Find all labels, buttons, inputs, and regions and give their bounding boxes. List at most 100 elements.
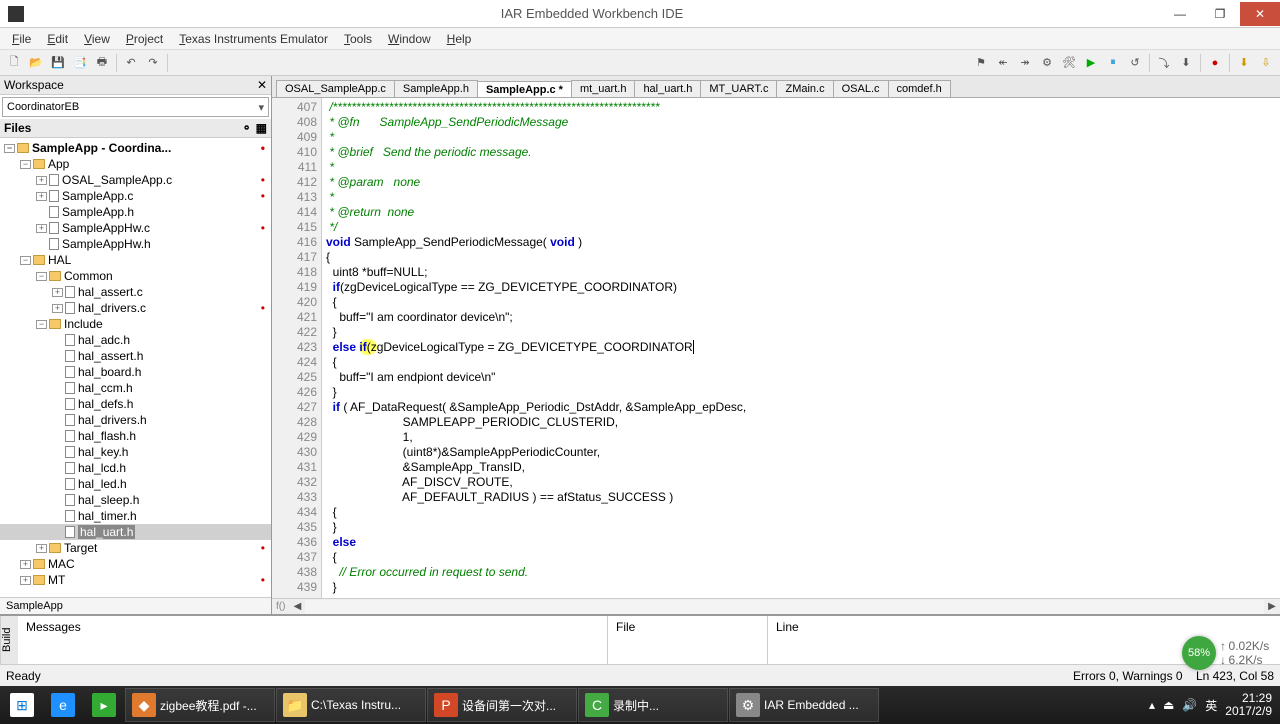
menu-file[interactable]: File — [4, 30, 39, 48]
network-speed-overlay: 58% ↑ 0.02K/s↓ 6.2K/s — [1182, 636, 1272, 670]
break-icon[interactable]: ⏸ — [1103, 53, 1123, 73]
editor-tab[interactable]: MT_UART.c — [700, 80, 777, 97]
tree-node[interactable]: +hal_assert.c — [0, 284, 271, 300]
menu-view[interactable]: View — [76, 30, 118, 48]
editor-tab[interactable]: hal_uart.h — [634, 80, 701, 97]
reset-icon[interactable]: ↺ — [1125, 53, 1145, 73]
bookmark-toggle-icon[interactable]: ⚑ — [971, 53, 991, 73]
configuration-dropdown[interactable]: CoordinatorEB — [2, 97, 269, 117]
taskbar-item[interactable]: P设备间第一次对... — [427, 688, 577, 722]
menu-project[interactable]: Project — [118, 30, 171, 48]
editor-tab[interactable]: ZMain.c — [776, 80, 833, 97]
tray-clock[interactable]: 21:29 2017/2/9 — [1225, 692, 1272, 718]
status-errors: Errors 0, Warnings 0 — [1073, 669, 1183, 683]
tree-node[interactable]: hal_key.h — [0, 444, 271, 460]
tree-node[interactable]: −App — [0, 156, 271, 172]
editor-tab[interactable]: comdef.h — [888, 80, 951, 97]
breakpoint-icon[interactable]: ● — [1205, 53, 1225, 73]
menu-help[interactable]: Help — [439, 30, 480, 48]
tree-node[interactable]: hal_board.h — [0, 364, 271, 380]
tray-arrow-icon[interactable]: ▴ — [1149, 698, 1155, 712]
tree-node[interactable]: −Include — [0, 316, 271, 332]
scroll-left-icon[interactable]: ◀ — [289, 601, 305, 612]
debug-go-icon[interactable]: ▶ — [1081, 53, 1101, 73]
taskbar-item[interactable]: ⚙IAR Embedded ... — [729, 688, 879, 722]
close-button[interactable]: ✕ — [1240, 2, 1280, 26]
messages-column: Messages — [18, 616, 608, 664]
workspace-footer-tab[interactable]: SampleApp — [0, 597, 271, 614]
undo-icon[interactable]: ↶ — [121, 53, 141, 73]
tree-node[interactable]: SampleApp.h — [0, 204, 271, 220]
status-cursor-pos: Ln 423, Col 58 — [1196, 669, 1274, 683]
open-icon[interactable]: 📂 — [26, 53, 46, 73]
taskbar-item[interactable]: 📁C:\Texas Instru... — [276, 688, 426, 722]
panel-close-icon[interactable]: ✕ — [257, 78, 267, 92]
save-icon[interactable]: 💾 — [48, 53, 68, 73]
tree-node[interactable]: hal_drivers.h — [0, 412, 271, 428]
tree-node[interactable]: hal_timer.h — [0, 508, 271, 524]
tree-node[interactable]: +SampleApp.c• — [0, 188, 271, 204]
horizontal-scrollbar[interactable]: f() ◀ ▶ — [272, 598, 1280, 614]
tree-node[interactable]: +OSAL_SampleApp.c• — [0, 172, 271, 188]
tray-eject-icon[interactable]: ⏏ — [1163, 698, 1174, 712]
menu-edit[interactable]: Edit — [39, 30, 76, 48]
bookmark-next-icon[interactable]: ↠ — [1015, 53, 1035, 73]
download-icon[interactable]: ⬇ — [1234, 53, 1254, 73]
tree-node[interactable]: +hal_drivers.c• — [0, 300, 271, 316]
taskbar-item[interactable]: ◆zigbee教程.pdf -... — [125, 688, 275, 722]
tree-node[interactable]: hal_ccm.h — [0, 380, 271, 396]
redo-icon[interactable]: ↷ — [143, 53, 163, 73]
tree-node[interactable]: −HAL — [0, 252, 271, 268]
menu-tools[interactable]: Tools — [336, 30, 380, 48]
tree-node[interactable]: hal_led.h — [0, 476, 271, 492]
code-body[interactable]: /***************************************… — [322, 98, 1280, 598]
new-file-icon[interactable]: 🗋 — [4, 53, 24, 73]
titlebar: IAR Embedded Workbench IDE — ❐ ✕ — [0, 0, 1280, 28]
window-title: IAR Embedded Workbench IDE — [24, 6, 1160, 21]
project-tree[interactable]: −SampleApp - Coordina...•−App+OSAL_Sampl… — [0, 138, 271, 597]
taskbar-item[interactable]: C录制中... — [578, 688, 728, 722]
tree-node[interactable]: +SampleAppHw.c• — [0, 220, 271, 236]
tree-node[interactable]: hal_flash.h — [0, 428, 271, 444]
tree-node[interactable]: hal_defs.h — [0, 396, 271, 412]
step-into-icon[interactable]: ⬇ — [1176, 53, 1196, 73]
workspace-panel-title: Workspace✕ — [0, 76, 271, 95]
start-button[interactable]: ⊞ — [2, 688, 42, 722]
editor-tab[interactable]: SampleApp.c * — [477, 81, 572, 98]
tree-node[interactable]: hal_adc.h — [0, 332, 271, 348]
save-all-icon[interactable]: 📑 — [70, 53, 90, 73]
tree-node[interactable]: hal_sleep.h — [0, 492, 271, 508]
compile-icon[interactable]: ⚙ — [1037, 53, 1057, 73]
menu-window[interactable]: Window — [380, 30, 439, 48]
tree-node[interactable]: hal_uart.h — [0, 524, 271, 540]
minimize-button[interactable]: — — [1160, 2, 1200, 26]
tray-volume-icon[interactable]: 🔊 — [1182, 698, 1197, 712]
tree-node[interactable]: +Target• — [0, 540, 271, 556]
taskbar-app-ie[interactable]: e — [43, 688, 83, 722]
scroll-right-icon[interactable]: ▶ — [1264, 601, 1280, 612]
tree-node[interactable]: +MT• — [0, 572, 271, 588]
tree-node[interactable]: −Common — [0, 268, 271, 284]
download-debug-icon[interactable]: ⇩ — [1256, 53, 1276, 73]
make-icon[interactable]: 🛠 — [1059, 53, 1079, 73]
bookmark-prev-icon[interactable]: ↞ — [993, 53, 1013, 73]
menu-texas-instruments-emulator[interactable]: Texas Instruments Emulator — [171, 30, 336, 48]
tree-node[interactable]: hal_assert.h — [0, 348, 271, 364]
tree-node[interactable]: +MAC — [0, 556, 271, 572]
tray-ime[interactable]: 英 — [1205, 697, 1217, 714]
build-panel-tab[interactable]: Build — [0, 616, 18, 664]
editor-tab[interactable]: OSAL_SampleApp.c — [276, 80, 395, 97]
step-over-icon[interactable]: ⤵ — [1154, 53, 1174, 73]
taskbar-app-vlc[interactable]: ▸ — [84, 688, 124, 722]
editor-tab[interactable]: SampleApp.h — [394, 80, 478, 97]
code-editor[interactable]: 4074084094104114124134144154164174184194… — [272, 98, 1280, 598]
editor-tabs: OSAL_SampleApp.cSampleApp.hSampleApp.c *… — [272, 76, 1280, 98]
editor-tab[interactable]: mt_uart.h — [571, 80, 635, 97]
tree-node[interactable]: hal_lcd.h — [0, 460, 271, 476]
speed-percent: 58% — [1182, 636, 1216, 670]
tree-node[interactable]: −SampleApp - Coordina...• — [0, 140, 271, 156]
print-icon[interactable]: 🖶 — [92, 53, 112, 73]
tree-node[interactable]: SampleAppHw.h — [0, 236, 271, 252]
maximize-button[interactable]: ❐ — [1200, 2, 1240, 26]
editor-tab[interactable]: OSAL.c — [833, 80, 889, 97]
